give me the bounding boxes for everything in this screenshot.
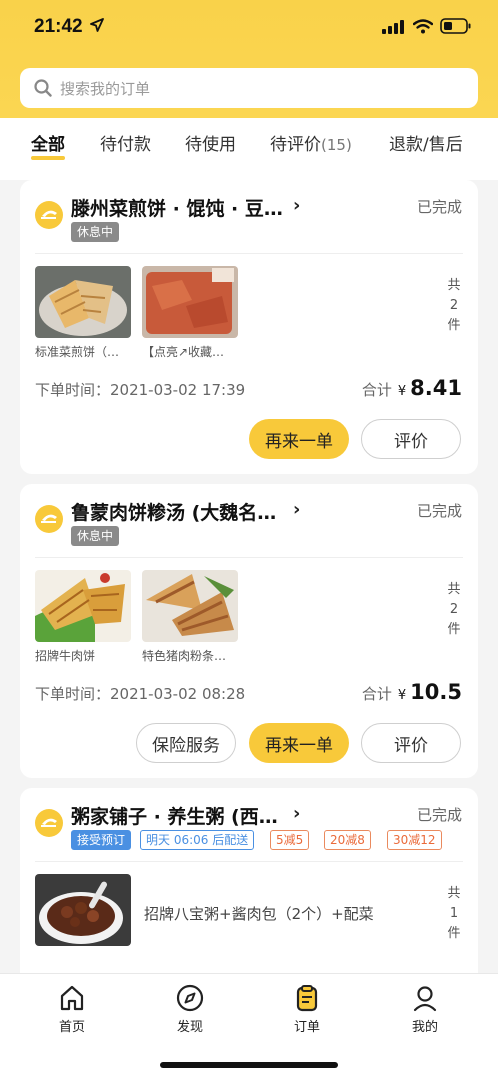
currency-symbol: ¥ [397, 384, 407, 399]
order-status: 已完成 [416, 806, 462, 824]
tab-refund[interactable]: 退款/售后 [389, 130, 463, 155]
chevron-right-icon[interactable]: › [293, 803, 300, 824]
item-name: 标准菜煎饼（… [35, 345, 120, 359]
shop-logo [35, 201, 63, 229]
tab-pending-payment[interactable]: 待付款 [100, 130, 151, 155]
reorder-button[interactable]: 再来一单 [249, 723, 349, 763]
divider [35, 861, 463, 862]
battery-icon [440, 18, 471, 34]
shop-name[interactable]: 滕州菜煎饼 · 馄饨 · 豆… [71, 194, 283, 221]
nav-discover[interactable]: 发现 [150, 984, 230, 1035]
item-count: 共 1 件 [446, 884, 462, 944]
total-label: 合计 [361, 685, 392, 703]
discount-tag: 30减12 [387, 830, 442, 850]
insurance-service-button[interactable]: 保险服务 [136, 723, 236, 763]
count-suffix: 件 [447, 926, 461, 941]
order-total: 合计 ¥8.41 [362, 376, 462, 400]
shop-name[interactable]: 鲁蒙肉饼糁汤 (大魏名… [71, 498, 276, 525]
status-time: 21:42 [34, 16, 83, 37]
item-thumbnail[interactable] [35, 570, 131, 642]
nav-orders[interactable]: 订单 [267, 984, 347, 1035]
count-prefix: 共 [447, 278, 461, 293]
order-card[interactable]: 滕州菜煎饼 · 馄饨 · 豆… › 已完成 休息中 标准菜煎饼（… 【点亮↗收藏… [20, 180, 478, 474]
nav-profile[interactable]: 我的 [385, 984, 465, 1035]
review-button[interactable]: 评价 [361, 419, 461, 459]
item-name: 【点亮↗收藏… [142, 345, 225, 359]
profile-icon [413, 986, 437, 1012]
active-tab-indicator [31, 156, 65, 160]
item-count: 共 2 件 [446, 580, 462, 640]
compass-icon [176, 984, 204, 1012]
item-name: 招牌牛肉饼 [35, 649, 96, 663]
count-suffix: 件 [447, 318, 461, 333]
nav-home[interactable]: 首页 [32, 984, 112, 1035]
discount-tag: 20减8 [324, 830, 371, 850]
count-number: 2 [449, 602, 459, 617]
signal-icon [382, 20, 404, 34]
total-label: 合计 [361, 381, 392, 399]
item-thumbnail[interactable] [35, 266, 131, 338]
search-input[interactable]: 搜索我的订单 [20, 68, 478, 108]
chevron-right-icon[interactable]: › [293, 195, 300, 216]
tab-to-use[interactable]: 待使用 [185, 130, 236, 155]
count-number: 2 [449, 298, 459, 313]
count-prefix: 共 [447, 582, 461, 597]
location-arrow-icon [90, 18, 104, 32]
nav-orders-label: 订单 [293, 1020, 320, 1035]
order-card[interactable]: 鲁蒙肉饼糁汤 (大魏名… › 已完成 休息中 招牌牛肉饼 特色猪肉粉条… 共 2… [20, 484, 478, 778]
count-number: 1 [449, 906, 459, 921]
item-thumbnail[interactable] [142, 570, 238, 642]
delivery-time-tag: 明天 06:06 后配送 [140, 830, 255, 850]
count-suffix: 件 [447, 622, 461, 637]
item-name: 招牌八宝粥+酱肉包（2个）+配菜 [144, 905, 374, 923]
tab-to-review-count: (15) [321, 136, 352, 154]
home-indicator [160, 1062, 338, 1068]
item-name: 特色猪肉粉条… [142, 649, 227, 663]
shop-status-tag: 休息中 [71, 526, 120, 546]
order-icon [296, 985, 318, 1012]
wifi-icon [413, 19, 433, 34]
divider [35, 253, 463, 254]
item-count: 共 2 件 [446, 276, 462, 336]
review-button[interactable]: 评价 [361, 723, 461, 763]
shop-logo [35, 505, 63, 533]
shop-name[interactable]: 粥家铺子 · 养生粥 (西… [71, 802, 278, 829]
chevron-right-icon[interactable]: › [293, 499, 300, 520]
search-placeholder: 搜索我的订单 [60, 79, 151, 98]
total-amount: 10.5 [410, 680, 462, 704]
home-icon [60, 985, 84, 1011]
order-time: 下单时间：2021-03-02 08:28 [35, 685, 246, 703]
item-thumbnail[interactable] [35, 874, 131, 946]
order-time: 下单时间：2021-03-02 17:39 [35, 381, 246, 399]
tab-to-review[interactable]: 待评价(15) [270, 130, 352, 155]
tab-all[interactable]: 全部 [31, 130, 65, 155]
order-status: 已完成 [416, 502, 462, 520]
order-status: 已完成 [416, 198, 462, 216]
nav-profile-label: 我的 [411, 1020, 438, 1035]
search-icon [34, 79, 52, 97]
tab-to-review-label: 待评价 [270, 135, 321, 155]
shop-status-tag: 休息中 [71, 222, 120, 242]
order-tabs: 全部 待付款 待使用 待评价(15) 退款/售后 [0, 118, 498, 180]
reservation-tag: 接受预订 [71, 830, 132, 850]
discount-tag: 5减5 [270, 830, 310, 850]
count-prefix: 共 [447, 886, 461, 901]
reorder-button[interactable]: 再来一单 [249, 419, 349, 459]
nav-discover-label: 发现 [176, 1020, 203, 1035]
total-amount: 8.41 [410, 376, 462, 400]
nav-home-label: 首页 [58, 1020, 85, 1035]
order-total: 合计 ¥10.5 [362, 680, 462, 704]
status-bar: 21:42 [0, 0, 498, 56]
shop-logo [35, 809, 63, 837]
order-card[interactable]: 粥家铺子 · 养生粥 (西… › 已完成 接受预订 明天 06:06 后配送 5… [20, 788, 478, 988]
currency-symbol: ¥ [397, 688, 407, 703]
item-thumbnail[interactable] [142, 266, 238, 338]
divider [35, 557, 463, 558]
